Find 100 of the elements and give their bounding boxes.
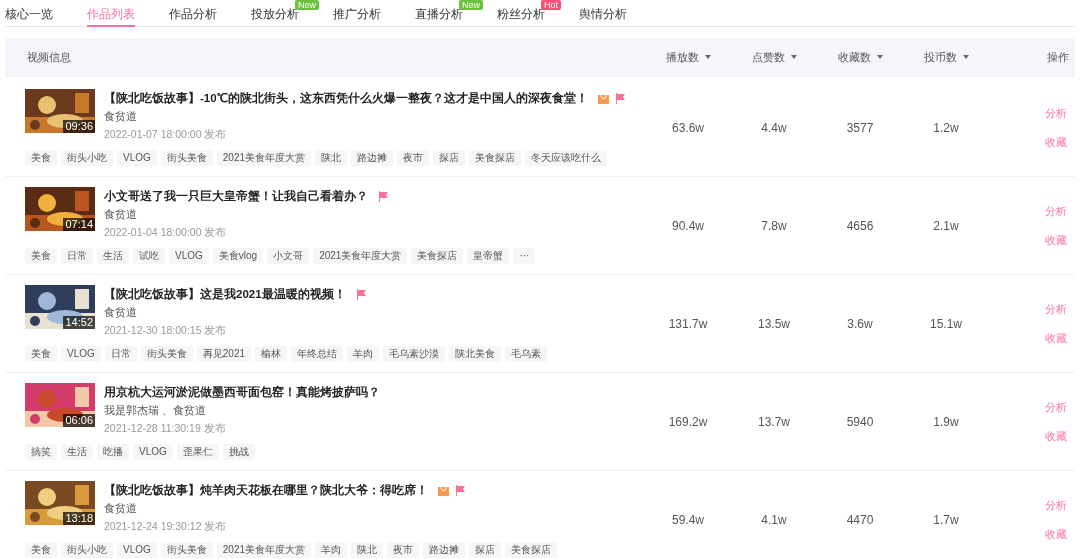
tag[interactable]: 美食 bbox=[25, 248, 57, 265]
table-cell-text: 3577 bbox=[846, 119, 874, 137]
column-header[interactable]: 投币数 bbox=[923, 48, 957, 66]
tag[interactable]: 美食探店 bbox=[505, 542, 558, 559]
tag[interactable]: VLOG bbox=[133, 444, 173, 461]
tag[interactable]: 生活 bbox=[61, 444, 93, 461]
table-cell-text: 59.4w bbox=[672, 511, 704, 529]
table-cell-text: 2.1w bbox=[933, 217, 959, 235]
tag[interactable]: 榆林 bbox=[255, 346, 288, 363]
publish-date: 2021-12-24 19:30:12 发布 bbox=[104, 518, 228, 534]
table-cell-text: 13.5w bbox=[758, 315, 790, 333]
column-header[interactable]: 播放数 bbox=[665, 48, 699, 66]
tab[interactable]: 推广分析 bbox=[333, 0, 381, 27]
table-cell-text: 5940 bbox=[846, 413, 874, 431]
sort-caret-icon[interactable] bbox=[962, 55, 969, 59]
tag[interactable]: 歪果仁 bbox=[176, 444, 219, 461]
tag[interactable]: 美食 bbox=[25, 346, 57, 363]
tag[interactable]: 2021美食年度大赏 bbox=[313, 248, 408, 265]
tag[interactable]: 探店 bbox=[469, 542, 502, 559]
tag[interactable]: VLOG bbox=[117, 150, 157, 167]
table-cell-text: 7.8w bbox=[761, 217, 787, 235]
tag[interactable]: 小文哥 bbox=[267, 248, 310, 265]
tag[interactable]: VLOG bbox=[61, 346, 101, 363]
tab[interactable]: 核心一览 bbox=[5, 0, 53, 27]
author-name[interactable]: 食贫道 bbox=[104, 108, 625, 125]
tag[interactable]: 日常 bbox=[104, 346, 137, 363]
tag[interactable]: 街头美食 bbox=[140, 346, 193, 363]
tag[interactable]: 羊肉 bbox=[347, 346, 380, 363]
video-title[interactable]: 小文哥送了我一只巨大皇帝蟹！让我自己看着办？ bbox=[104, 187, 368, 205]
author-name[interactable]: 食贫道 bbox=[104, 500, 465, 517]
publish-date: 2022-01-04 18:00:00 发布 bbox=[104, 224, 228, 240]
video-title[interactable]: 【陕北吃饭故事】这是我2021最温暖的视频！ bbox=[104, 285, 346, 303]
table-cell-text: 1.2w bbox=[933, 119, 959, 137]
table-cell-text: 1.9w bbox=[933, 413, 959, 431]
table-cell-text: 3.6w bbox=[847, 315, 873, 333]
table-cell-text: 1.7w bbox=[933, 511, 959, 529]
tag[interactable]: 美食探店 bbox=[411, 248, 464, 265]
tag[interactable]: 冬天应该吃什么 bbox=[525, 150, 608, 167]
tag[interactable]: 街头小吃 bbox=[61, 150, 113, 167]
table-cell-text: 63.6w bbox=[672, 119, 704, 137]
tag[interactable]: 探店 bbox=[433, 150, 466, 167]
tag[interactable]: ··· bbox=[513, 248, 536, 265]
sort-caret-icon[interactable] bbox=[704, 55, 711, 59]
tag[interactable]: VLOG bbox=[117, 542, 157, 559]
tag[interactable]: 美食vlog bbox=[212, 248, 264, 265]
table-cell-text: 4656 bbox=[846, 217, 874, 235]
table-cell-text: 13.7w bbox=[758, 413, 790, 431]
tag[interactable]: 2021美食年度大赏 bbox=[216, 542, 312, 559]
tag[interactable]: 毛乌素 bbox=[505, 346, 548, 363]
tag[interactable]: 陕北 bbox=[351, 542, 384, 559]
publish-date: 2022-01-07 18:00:00 发布 bbox=[104, 126, 228, 142]
video-title[interactable]: 【陕北吃饭故事】-10℃的陕北街头，这东西凭什么火爆一整夜？这才是中国人的深夜食堂！ bbox=[104, 89, 588, 107]
author-name[interactable]: 我是郭杰瑞 、食贫道 bbox=[104, 402, 384, 419]
video-title[interactable]: 【陕北吃饭故事】炖羊肉天花板在哪里？陕北大爷：得吃席！ bbox=[104, 481, 428, 499]
table-cell-text: 169.2w bbox=[668, 413, 708, 431]
tag[interactable]: 美食 bbox=[25, 542, 57, 559]
column-header[interactable]: 收藏数 bbox=[837, 48, 871, 66]
column-header[interactable]: 点赞数 bbox=[751, 48, 785, 66]
tag[interactable]: 夜市 bbox=[397, 150, 430, 167]
tag[interactable]: VLOG bbox=[169, 248, 209, 265]
author-name[interactable]: 食贫道 bbox=[104, 304, 366, 321]
tag[interactable]: 2021美食年度大赏 bbox=[216, 150, 312, 167]
tag[interactable]: 搞笑 bbox=[25, 444, 57, 461]
tag[interactable]: 街头小吃 bbox=[61, 542, 113, 559]
column-header: 操作 bbox=[1047, 49, 1069, 65]
badge: New bbox=[459, 0, 483, 10]
tag[interactable]: 挑战 bbox=[222, 444, 255, 461]
table-cell-text: 4470 bbox=[846, 511, 874, 529]
tag[interactable]: 美食探店 bbox=[469, 150, 522, 167]
table-cell-text: 90.4w bbox=[672, 217, 704, 235]
tag[interactable]: 陕北美食 bbox=[449, 346, 502, 363]
tab[interactable]: 舆情分析 bbox=[579, 0, 627, 27]
video-title[interactable]: 用京杭大运河淤泥做墨西哥面包窑！真能烤披萨吗？ bbox=[104, 383, 380, 401]
publish-date: 2021-12-30 18:00:15 发布 bbox=[104, 322, 228, 338]
tag[interactable]: 皇帝蟹 bbox=[467, 248, 510, 265]
publish-date: 2021-12-28 11:30:19 发布 bbox=[104, 420, 227, 436]
tab[interactable]: 作品分析 bbox=[169, 0, 217, 27]
tag[interactable]: 街头美食 bbox=[160, 150, 213, 167]
sort-caret-icon[interactable] bbox=[790, 55, 797, 59]
tag[interactable]: 年终总结 bbox=[291, 346, 344, 363]
tag[interactable]: 吃播 bbox=[97, 444, 129, 461]
table-cell-text: 131.7w bbox=[668, 315, 708, 333]
author-name[interactable]: 食贫道 bbox=[104, 206, 388, 223]
tag[interactable]: 美食 bbox=[25, 150, 57, 167]
tag[interactable]: 夜市 bbox=[387, 542, 420, 559]
tag[interactable]: 路边摊 bbox=[351, 150, 394, 167]
tag[interactable]: 生活 bbox=[97, 248, 129, 265]
tag[interactable]: 毛乌素沙漠 bbox=[383, 346, 446, 363]
tag[interactable]: 陕北 bbox=[315, 150, 348, 167]
table-cell-text: 4.1w bbox=[761, 511, 787, 529]
tag[interactable]: 试吃 bbox=[133, 248, 165, 265]
badge: New bbox=[295, 0, 319, 10]
column-header: 视频信息 bbox=[27, 49, 71, 65]
table-cell-text: 15.1w bbox=[930, 315, 962, 333]
tag[interactable]: 街头美食 bbox=[160, 542, 213, 559]
tag[interactable]: 羊肉 bbox=[315, 542, 348, 559]
sort-caret-icon[interactable] bbox=[876, 55, 883, 59]
tag[interactable]: 路边摊 bbox=[423, 542, 466, 559]
tag[interactable]: 再见2021 bbox=[196, 346, 252, 363]
tag[interactable]: 日常 bbox=[61, 248, 93, 265]
